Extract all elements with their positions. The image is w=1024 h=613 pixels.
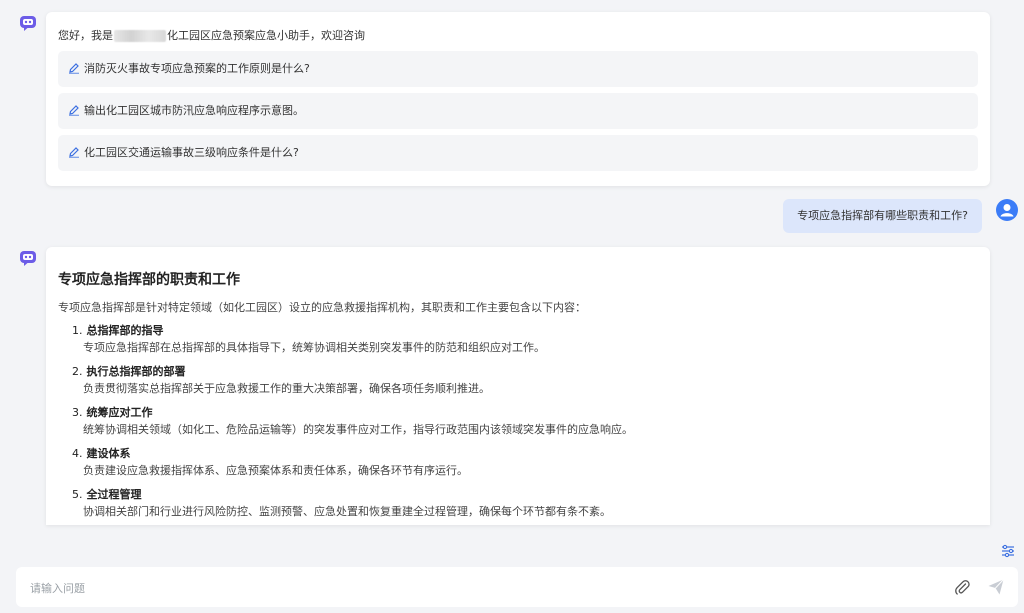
list-item: 1. 总指挥部的指导 专项应急指挥部在总指挥部的具体指导下，统筹协调相关类别突发事… <box>72 323 978 356</box>
answer-intro: 专项应急指挥部是针对特定领域（如化工园区）设立的应急救援指挥机构，其职责和工作主… <box>58 301 586 314</box>
pencil-icon <box>68 146 80 158</box>
list-item-body: 协调相关部门和行业进行风险防控、监测预警、应急处置和恢复重建全过程管理，确保每个… <box>83 505 611 518</box>
list-item-heading: 3. 统筹应对工作 <box>72 405 978 421</box>
user-message-row: 专项应急指挥部有哪些职责和工作? <box>758 199 1018 235</box>
suggestion-item[interactable]: 输出化工园区城市防汛应急响应程序示意图。 <box>58 93 978 129</box>
list-item-heading: 2. 执行总指挥部的部署 <box>72 364 978 380</box>
paperclip-icon[interactable] <box>954 579 970 595</box>
answer-title: 专项应急指挥部的职责和工作 <box>58 272 240 288</box>
list-item-number: 2. <box>72 365 83 378</box>
list-item-body: 负责贯彻落实总指挥部关于应急救援工作的重大决策部署，确保各项任务顺利推进。 <box>83 382 490 395</box>
greeting-suffix: 化工园区应急预案应急小助手，欢迎咨询 <box>167 29 365 42</box>
chat-input[interactable] <box>28 577 932 599</box>
user-avatar-icon <box>996 199 1018 221</box>
suggestion-label: 化工园区交通运输事故三级响应条件是什么? <box>84 146 299 159</box>
list-item-heading: 1. 总指挥部的指导 <box>72 323 978 339</box>
welcome-bubble: 您好，我是 化工园区应急预案应急小助手，欢迎咨询 消防灭火事故专项应急预案的工作原… <box>46 12 990 186</box>
list-item: 5. 全过程管理 协调相关部门和行业进行风险防控、监测预警、应急处置和恢复重建全过… <box>72 487 978 520</box>
list-item-title: 建设体系 <box>86 447 131 460</box>
list-item-number: 5. <box>72 488 83 501</box>
bot-avatar-icon <box>19 249 37 267</box>
list-item-body: 专项应急指挥部在总指挥部的具体指导下，统筹协调相关类别突发事件的防范和组织应对工… <box>83 341 545 354</box>
suggestion-item[interactable]: 消防灭火事故专项应急预案的工作原则是什么? <box>58 51 978 87</box>
answer-list: 1. 总指挥部的指导 专项应急指挥部在总指挥部的具体指导下，统筹协调相关类别突发事… <box>58 323 978 520</box>
suggestion-label: 输出化工园区城市防汛应急响应程序示意图。 <box>84 104 304 117</box>
suggestion-item[interactable]: 化工园区交通运输事故三级响应条件是什么? <box>58 135 978 171</box>
list-item-number: 1. <box>72 324 83 337</box>
list-item-body: 负责建设应急救援指挥体系、应急预案体系和责任体系，确保各环节有序运行。 <box>83 464 468 477</box>
list-item-heading: 5. 全过程管理 <box>72 487 978 503</box>
list-item-body: 统筹协调相关领域（如化工、危险品运输等）的突发事件应对工作，指导行政范围内该领域… <box>83 423 633 436</box>
greeting-text: 您好，我是 化工园区应急预案应急小助手，欢迎咨询 <box>58 27 978 45</box>
list-item-number: 3. <box>72 406 83 419</box>
list-item-title: 统筹应对工作 <box>86 406 153 419</box>
list-item-title: 总指挥部的指导 <box>86 324 164 337</box>
settings-sliders-icon[interactable] <box>1001 544 1015 558</box>
list-item-title: 全过程管理 <box>86 488 142 501</box>
list-item: 3. 统筹应对工作 统筹协调相关领域（如化工、危险品运输等）的突发事件应对工作，指… <box>72 405 978 438</box>
pencil-icon <box>68 104 80 116</box>
chat-page: 您好，我是 化工园区应急预案应急小助手，欢迎咨询 消防灭火事故专项应急预案的工作原… <box>0 0 1024 613</box>
list-item-heading: 4. 建设体系 <box>72 446 978 462</box>
user-message-bubble: 专项应急指挥部有哪些职责和工作? <box>783 199 982 233</box>
pencil-icon <box>68 62 80 74</box>
chat-input-bar <box>16 567 1018 607</box>
list-item-title: 执行总指挥部的部署 <box>86 365 186 378</box>
list-item: 4. 建设体系 负责建设应急救援指挥体系、应急预案体系和责任体系，确保各环节有序运… <box>72 446 978 479</box>
greeting-prefix: 您好，我是 <box>58 29 113 42</box>
list-item: 2. 执行总指挥部的部署 负责贯彻落实总指挥部关于应急救援工作的重大决策部署，确保… <box>72 364 978 397</box>
send-icon[interactable] <box>987 578 1005 596</box>
bot-avatar-icon <box>19 14 37 32</box>
list-item-number: 4. <box>72 447 83 460</box>
answer-bubble: 专项应急指挥部的职责和工作 专项应急指挥部是针对特定领域（如化工园区）设立的应急… <box>46 247 990 525</box>
redacted-name <box>114 30 166 42</box>
suggestion-label: 消防灭火事故专项应急预案的工作原则是什么? <box>84 62 310 75</box>
